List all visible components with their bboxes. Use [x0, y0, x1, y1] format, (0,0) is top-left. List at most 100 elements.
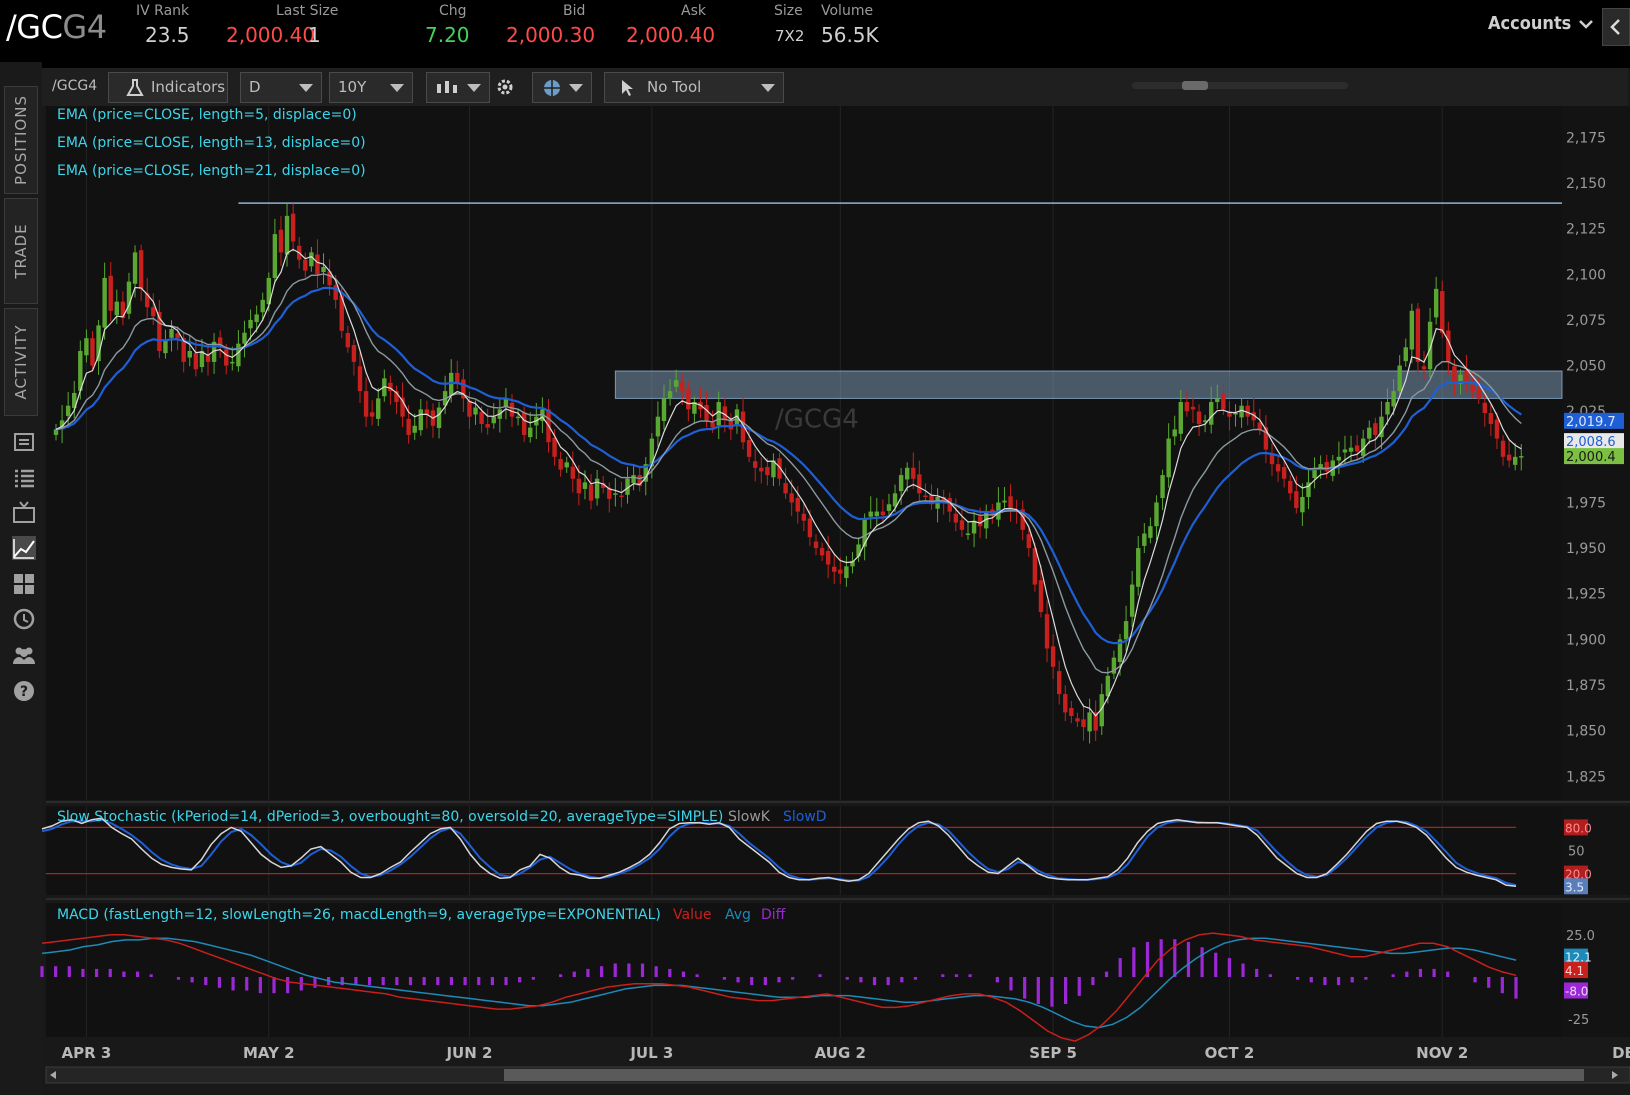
macd-label: 4.1: [1565, 964, 1584, 978]
candle-body: [1367, 427, 1372, 439]
candle-body: [813, 541, 819, 549]
candle-body: [1300, 496, 1305, 513]
candle-body: [1123, 621, 1129, 640]
candle-body: [1354, 445, 1360, 452]
candle-body: [278, 229, 284, 253]
candle-body: [1172, 429, 1177, 437]
candle-body: [248, 319, 253, 329]
candle-body: [138, 250, 144, 289]
candle-body: [309, 252, 314, 267]
candle-body: [132, 252, 138, 284]
candle-body: [844, 566, 849, 579]
candle-body: [1500, 440, 1506, 457]
candle-body: [473, 407, 478, 415]
candle-body: [807, 518, 813, 538]
candle-body: [1288, 480, 1293, 494]
candle-body: [102, 277, 107, 328]
candle-body: [65, 405, 71, 416]
y-tick-label: 1,925: [1566, 587, 1606, 603]
candle-body: [1409, 310, 1415, 350]
price-label: 2,019.7: [1566, 415, 1616, 430]
candle-body: [1403, 347, 1408, 362]
candle-body: [345, 333, 351, 348]
candle-body: [436, 407, 442, 428]
y-tick-label: 1,850: [1566, 724, 1606, 740]
study-label: EMA (price=CLOSE, length=21, displace=0): [57, 163, 366, 179]
x-tick-label: DEC 4: [1612, 1044, 1630, 1062]
candle-body: [521, 412, 527, 435]
candle-body: [467, 400, 472, 417]
candle-body: [977, 516, 983, 527]
price-chart[interactable]: APR 3 MAY 2 JUN 2 JUL 3 AUG 2 SEP 5 OCT 2 NOV 2…: [0, 0, 1630, 1095]
x-tick-label: OCT 2: [1205, 1044, 1255, 1062]
candle-body: [376, 398, 381, 419]
candle-body: [528, 427, 533, 438]
y-tick-label: 1,875: [1566, 678, 1606, 694]
stochastic-tick: 50: [1568, 845, 1585, 860]
candle-body: [1215, 398, 1220, 403]
candle-body: [193, 353, 199, 370]
candle-body: [254, 314, 259, 323]
candle-body: [880, 511, 886, 516]
x-tick-label: APR 3: [61, 1044, 111, 1062]
candle-body: [570, 466, 575, 479]
stochastic-label: 80.0: [1565, 821, 1592, 835]
candle-body: [491, 416, 496, 424]
candle-body: [1038, 580, 1044, 612]
candle-body: [1233, 413, 1238, 415]
candle-body: [759, 467, 764, 472]
macd-diff-legend: Diff: [761, 907, 786, 923]
slow-d-legend: SlowD: [783, 809, 827, 825]
candle-body: [1196, 411, 1202, 424]
y-tick-label: 1,950: [1566, 541, 1606, 557]
candle-body: [819, 548, 825, 556]
candle-body: [303, 259, 308, 271]
candle-body: [1050, 646, 1056, 667]
slow-k-legend: SlowK: [728, 809, 771, 825]
candle-body: [406, 418, 411, 435]
candle-body: [1184, 402, 1190, 412]
candle-body: [783, 483, 788, 494]
candle-body: [363, 391, 369, 417]
study-label: EMA (price=CLOSE, length=13, displace=0): [57, 135, 366, 151]
scrollbar-thumb[interactable]: [504, 1069, 1584, 1081]
candle-body: [856, 544, 861, 557]
candle-body: [1336, 456, 1342, 461]
candle-body: [114, 301, 119, 316]
candle-body: [1440, 291, 1445, 333]
candle-body: [838, 569, 843, 574]
candle-body: [1063, 694, 1068, 713]
candle-body: [588, 484, 594, 501]
candle-body: [1239, 405, 1244, 418]
candle-body: [1494, 419, 1500, 439]
candle-body: [515, 416, 521, 419]
price-panel: [46, 106, 1562, 800]
candle-body: [619, 495, 624, 498]
macd-panel: [46, 903, 1562, 1037]
candle-body: [1348, 447, 1354, 452]
macd-tick: -25: [1568, 1013, 1589, 1028]
candle-body: [1513, 456, 1518, 465]
candle-body: [710, 422, 715, 428]
candle-body: [163, 340, 168, 354]
candle-body: [1294, 491, 1299, 508]
macd-label: -8.0: [1565, 985, 1588, 999]
candle-body: [959, 520, 965, 530]
candle-body: [886, 504, 892, 511]
candle-body: [290, 213, 296, 242]
candle-body: [874, 511, 879, 516]
y-tick-label: 2,100: [1566, 267, 1606, 283]
candle-body: [260, 299, 265, 313]
candle-body: [1178, 402, 1183, 434]
candle-body: [1221, 394, 1226, 410]
candle-body: [789, 493, 794, 503]
candle-body: [923, 495, 928, 498]
candle-body: [825, 551, 831, 565]
candle-body: [1342, 449, 1348, 453]
candle-body: [1057, 671, 1062, 695]
candle-body: [1275, 464, 1281, 472]
x-tick-label: NOV 2: [1416, 1044, 1468, 1062]
candle-body: [953, 513, 959, 523]
macd-tick: 25.0: [1566, 929, 1595, 944]
candle-body: [333, 285, 338, 300]
